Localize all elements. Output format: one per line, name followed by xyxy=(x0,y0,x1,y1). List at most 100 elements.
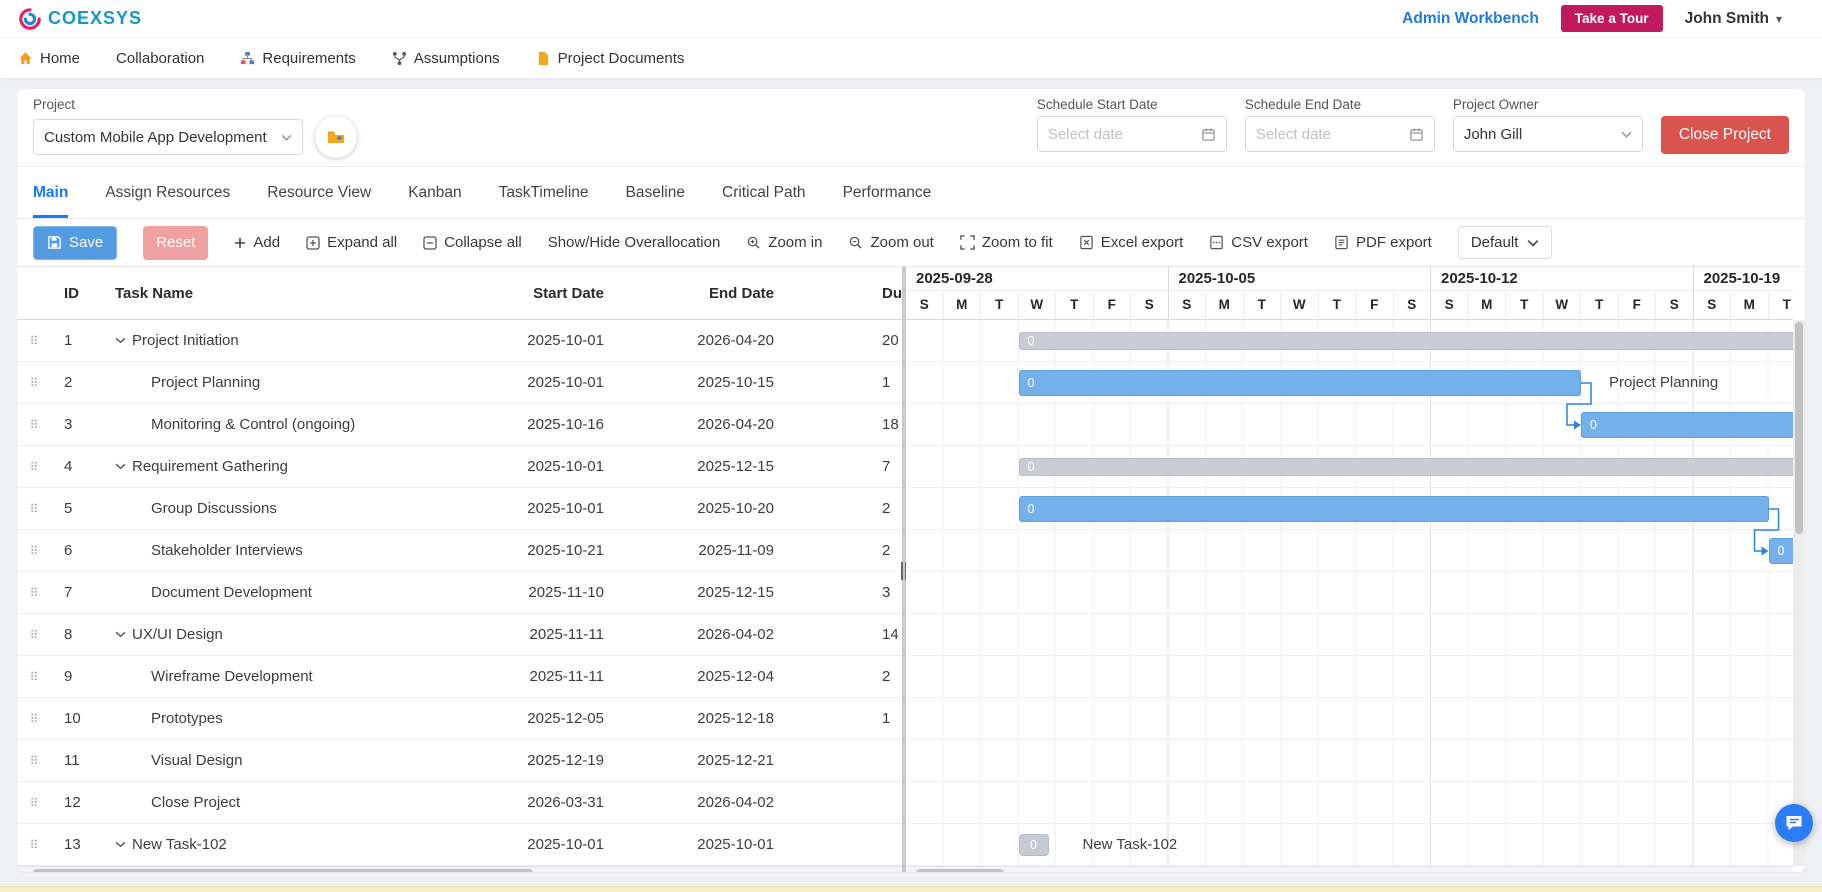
chevron-down-icon[interactable] xyxy=(115,631,126,638)
drag-handle-icon[interactable]: ⠿ xyxy=(30,796,39,810)
vertical-scrollbar-thumb[interactable] xyxy=(1795,322,1803,534)
app-logo[interactable]: COEXSYS xyxy=(18,7,142,31)
zoom-in-button[interactable]: Zoom in xyxy=(746,234,822,251)
chat-fab-button[interactable] xyxy=(1775,804,1813,842)
top-bar: COEXSYS Admin Workbench Take a Tour John… xyxy=(0,0,1822,38)
gantt-bar-small_gray[interactable]: 0 xyxy=(1018,834,1049,856)
task-name-cell: Requirement Gathering xyxy=(107,458,443,475)
add-task-button[interactable]: Add xyxy=(234,234,280,251)
table-row[interactable]: ⠿ 6 Stakeholder Interviews 2025-10-21 2025-1… xyxy=(17,530,902,572)
table-row[interactable]: ⠿ 11 Visual Design 2025-12-19 2025-12-21 xyxy=(17,740,902,782)
duration-column-header: Duration xyxy=(783,285,902,302)
gantt-bar-summary[interactable]: 0 xyxy=(1018,458,1793,476)
zoom-to-fit-button[interactable]: Zoom to fit xyxy=(960,234,1053,251)
table-row[interactable]: ⠿ 3 Monitoring & Control (ongoing) 2025-10-… xyxy=(17,404,902,446)
drag-handle-icon[interactable]: ⠿ xyxy=(30,418,39,432)
gantt-bar-task[interactable]: 0 xyxy=(1581,412,1793,438)
chevron-down-icon[interactable] xyxy=(115,463,126,470)
admin-workbench-link[interactable]: Admin Workbench xyxy=(1402,10,1539,28)
table-row[interactable]: ⠿ 13 New Task-102 2025-10-01 2025-10-01 xyxy=(17,824,902,866)
drag-handle-icon[interactable]: ⠿ xyxy=(30,754,39,768)
tab-tasktimeline[interactable]: TaskTimeline xyxy=(499,167,589,218)
nav-label: Requirements xyxy=(262,49,356,67)
table-horizontal-scrollbar xyxy=(17,866,902,872)
drag-handle-icon[interactable]: ⠿ xyxy=(30,376,39,390)
collapse-all-button[interactable]: Collapse all xyxy=(423,234,522,251)
tab-resource-view[interactable]: Resource View xyxy=(267,167,371,218)
gantt-horizontal-scrollbar xyxy=(906,866,1793,872)
schedule-start-input[interactable] xyxy=(1047,125,1195,143)
drag-handle-cell: ⠿ xyxy=(17,710,51,727)
tab-performance[interactable]: Performance xyxy=(843,167,932,218)
gantt-bar-task[interactable]: 0 xyxy=(1018,370,1581,396)
drag-handle-icon[interactable]: ⠿ xyxy=(30,712,39,726)
switch-project-button[interactable] xyxy=(315,116,357,158)
home-icon xyxy=(18,51,33,66)
table-row[interactable]: ⠿ 8 UX/UI Design 2025-11-11 2026-04-02 14 xyxy=(17,614,902,656)
close-project-button[interactable]: Close Project xyxy=(1660,116,1789,154)
table-row[interactable]: ⠿ 9 Wireframe Development 2025-11-11 2025-12… xyxy=(17,656,902,698)
gantt-bar-summary[interactable]: 0 xyxy=(1018,332,1793,350)
table-row[interactable]: ⠿ 1 Project Initiation 2025-10-01 2026-04-20… xyxy=(17,320,902,362)
nav-item-project-documents[interactable]: Project Documents xyxy=(536,50,684,67)
project-select[interactable]: Custom Mobile App Development xyxy=(33,119,303,155)
table-hscrollbar-thumb[interactable] xyxy=(33,869,533,872)
nav-item-home[interactable]: Home xyxy=(18,50,80,67)
drag-handle-icon[interactable]: ⠿ xyxy=(30,586,39,600)
pdf-export-button[interactable]: PDF export xyxy=(1334,234,1432,251)
drag-handle-icon[interactable]: ⠿ xyxy=(30,670,39,684)
gantt-bar-task[interactable]: 0 xyxy=(1018,496,1769,522)
excel-export-button[interactable]: Excel export xyxy=(1079,234,1183,251)
drag-handle-icon[interactable]: ⠿ xyxy=(30,628,39,642)
table-row[interactable]: ⠿ 2 Project Planning 2025-10-01 2025-10-15 1 xyxy=(17,362,902,404)
save-button[interactable]: Save xyxy=(33,225,118,260)
take-a-tour-button[interactable]: Take a Tour xyxy=(1560,5,1663,32)
task-name-label: UX/UI Design xyxy=(132,626,223,643)
task-end-date: 2025-12-21 xyxy=(697,752,774,769)
table-row[interactable]: ⠿ 10 Prototypes 2025-12-05 2025-12-18 1 xyxy=(17,698,902,740)
table-row[interactable]: ⠿ 4 Requirement Gathering 2025-10-01 2025-12… xyxy=(17,446,902,488)
zoom-out-button[interactable]: Zoom out xyxy=(848,234,934,251)
table-row[interactable]: ⠿ 7 Document Development 2025-11-10 2025-12-… xyxy=(17,572,902,614)
gantt-bar-task[interactable]: 0 xyxy=(1768,538,1793,564)
tab-main[interactable]: Main xyxy=(33,167,69,218)
drag-handle-cell: ⠿ xyxy=(17,668,51,685)
nav-item-requirements[interactable]: Requirements xyxy=(240,49,356,67)
duration-value: 20 xyxy=(882,332,899,349)
nav-item-collaboration[interactable]: Collaboration xyxy=(116,50,204,67)
csv-export-label: CSV export xyxy=(1231,234,1308,251)
chevron-down-icon: ▾ xyxy=(1775,11,1782,26)
chevron-down-icon[interactable] xyxy=(115,337,126,344)
user-menu[interactable]: John Smith ▾ xyxy=(1685,10,1782,28)
drag-handle-cell: ⠿ xyxy=(17,584,51,601)
overallocation-toggle-button[interactable]: Show/Hide Overallocation xyxy=(548,234,721,251)
tab-critical-path[interactable]: Critical Path xyxy=(722,167,806,218)
table-row[interactable]: ⠿ 5 Group Discussions 2025-10-01 2025-10-20 2 xyxy=(17,488,902,530)
tab-assign-resources[interactable]: Assign Resources xyxy=(105,167,230,218)
calendar-icon[interactable] xyxy=(1409,127,1424,142)
task-id: 11 xyxy=(64,752,80,769)
expand-all-button[interactable]: Expand all xyxy=(306,234,397,251)
project-owner-select[interactable]: John Gill xyxy=(1452,116,1643,152)
drag-handle-icon[interactable]: ⠿ xyxy=(30,544,39,558)
task-end-date: 2026-04-02 xyxy=(697,794,774,811)
calendar-icon[interactable] xyxy=(1201,127,1216,142)
day-header-cell: W xyxy=(1019,291,1056,319)
drag-handle-icon[interactable]: ⠿ xyxy=(30,838,39,852)
drag-handle-icon[interactable]: ⠿ xyxy=(30,334,39,348)
drag-handle-icon[interactable]: ⠿ xyxy=(30,460,39,474)
schedule-end-input[interactable] xyxy=(1255,125,1403,143)
drag-handle-icon[interactable]: ⠿ xyxy=(30,502,39,516)
task-id: 6 xyxy=(64,542,73,559)
table-row[interactable]: ⠿ 12 Close Project 2026-03-31 2026-04-02 xyxy=(17,782,902,824)
task-duration: 14 xyxy=(783,626,902,643)
nav-item-assumptions[interactable]: Assumptions xyxy=(392,50,500,67)
timeline-view-mode-select[interactable]: Default xyxy=(1457,226,1553,259)
reset-button[interactable]: Reset xyxy=(143,225,209,260)
gantt-hscrollbar-thumb[interactable] xyxy=(916,869,1004,872)
csv-export-button[interactable]: CSV export xyxy=(1209,234,1308,251)
tab-baseline[interactable]: Baseline xyxy=(626,167,685,218)
chevron-down-icon[interactable] xyxy=(115,841,126,848)
tab-kanban[interactable]: Kanban xyxy=(408,167,461,218)
task-name-cell: Stakeholder Interviews xyxy=(107,542,443,559)
